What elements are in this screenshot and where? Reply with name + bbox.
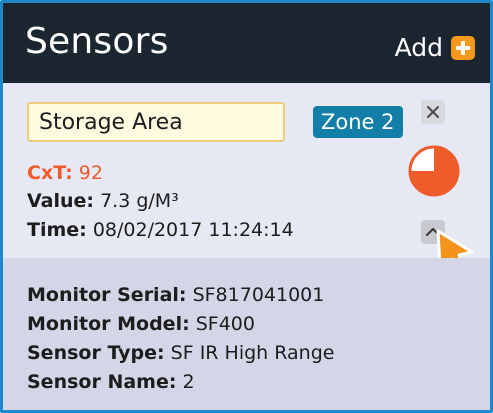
plus-icon — [451, 35, 475, 60]
value-row: Value: 7.3 g/M³ — [27, 190, 179, 212]
sensor-card-summary: Zone 2 CxT: 92 Value: 7.3 g/M³ Time: 08/… — [3, 83, 490, 280]
sensor-type-value: SF IR High Range — [170, 342, 335, 364]
time-value: 08/02/2017 11:24:14 — [92, 219, 294, 241]
time-label: Time: — [27, 219, 87, 241]
sensor-type-row: Sensor Type: SF IR High Range — [27, 342, 334, 364]
monitor-model-label: Monitor Model: — [27, 313, 190, 335]
close-button[interactable] — [421, 100, 445, 124]
close-icon — [427, 106, 439, 118]
sensors-panel: Sensors Add Zone 2 CxT: 92 Value: 7.3 g/… — [0, 0, 493, 413]
sensor-name-field[interactable] — [27, 102, 285, 142]
monitor-model-row: Monitor Model: SF400 — [27, 313, 255, 335]
sensor-name-row: Sensor Name: 2 — [27, 371, 195, 393]
sensor-card-details: Monitor Serial: SF817041001 Monitor Mode… — [3, 258, 490, 410]
monitor-serial-value: SF817041001 — [192, 284, 325, 306]
panel-header: Sensors Add — [3, 3, 490, 83]
time-row: Time: 08/02/2017 11:24:14 — [27, 219, 294, 241]
value-label: Value: — [27, 190, 95, 212]
monitor-model-value: SF400 — [195, 313, 255, 335]
add-label: Add — [394, 33, 443, 62]
page-title: Sensors — [25, 21, 169, 62]
monitor-serial-label: Monitor Serial: — [27, 284, 187, 306]
value-value: 7.3 g/M³ — [100, 190, 179, 212]
sensor-name-value: 2 — [182, 371, 195, 393]
cxt-value: 92 — [78, 162, 103, 184]
cxt-label: CxT: — [27, 162, 73, 184]
sensor-type-label: Sensor Type: — [27, 342, 165, 364]
pie-chart-icon — [408, 145, 460, 197]
add-sensor-button[interactable]: Add — [395, 33, 475, 62]
cxt-row: CxT: 92 — [27, 162, 103, 184]
monitor-serial-row: Monitor Serial: SF817041001 — [27, 284, 324, 306]
zone-badge: Zone 2 — [313, 106, 403, 138]
sensor-name-label: Sensor Name: — [27, 371, 177, 393]
